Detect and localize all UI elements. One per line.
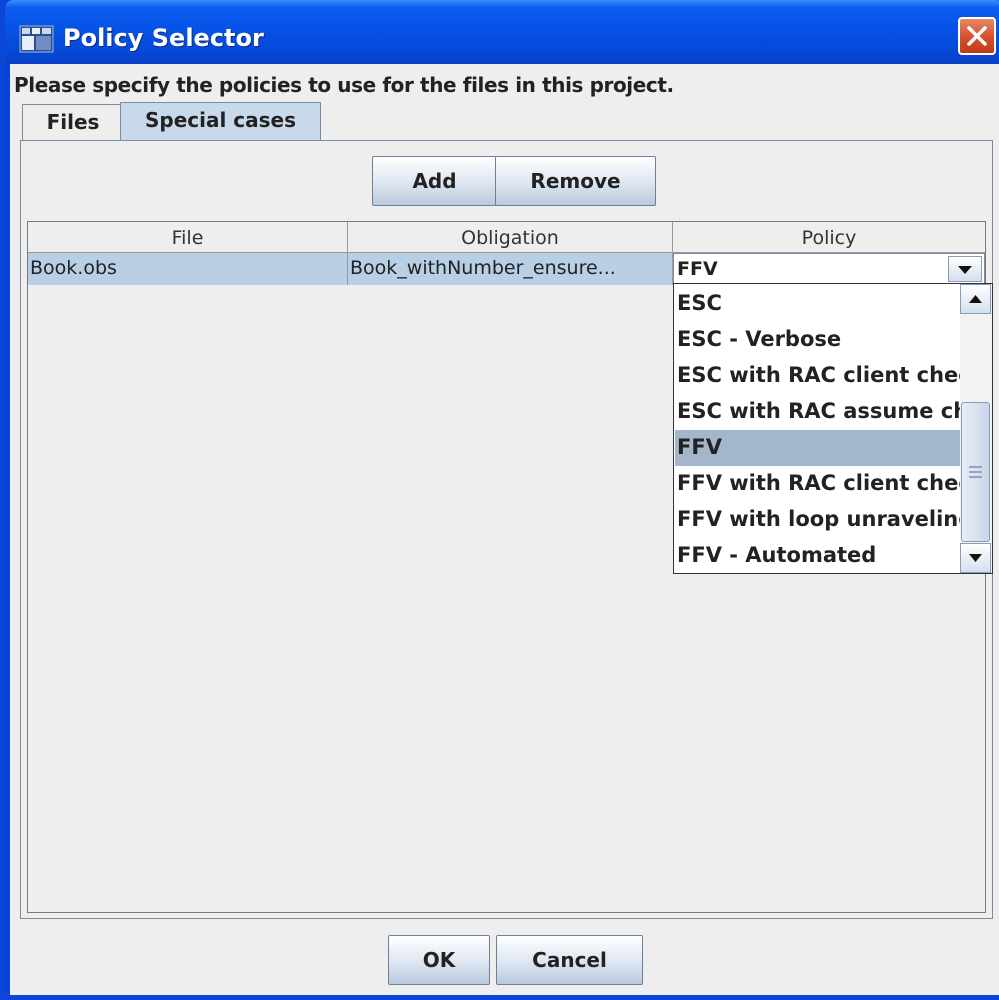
close-icon xyxy=(967,26,987,46)
scroll-down-button[interactable] xyxy=(960,543,991,573)
instruction-text: Please specify the policies to use for t… xyxy=(14,73,674,97)
policy-option[interactable]: ESC xyxy=(675,286,961,322)
combobox-arrow-button[interactable] xyxy=(948,256,982,282)
tab-special-cases[interactable]: Special cases xyxy=(120,102,321,140)
cancel-button[interactable]: Cancel xyxy=(496,935,643,985)
cell-obligation[interactable]: Book_withNumber_ensure... xyxy=(348,253,673,285)
policy-option[interactable]: FFV with loop unraveling xyxy=(675,502,961,538)
cell-file[interactable]: Book.obs xyxy=(28,253,348,285)
remove-button[interactable]: Remove xyxy=(495,156,656,206)
policy-option[interactable]: ESC with RAC client chec xyxy=(675,358,961,394)
policy-option[interactable]: FFV with RAC client check xyxy=(675,466,961,502)
policy-combobox-value: FFV xyxy=(677,258,718,280)
policy-option[interactable]: FFV - Automated xyxy=(675,538,961,574)
column-header-obligation[interactable]: Obligation xyxy=(348,222,673,253)
chevron-down-icon xyxy=(969,554,982,562)
chevron-down-icon xyxy=(958,266,972,274)
column-header-policy[interactable]: Policy xyxy=(673,222,985,253)
ok-button[interactable]: OK xyxy=(388,935,490,985)
tab-files[interactable]: Files xyxy=(22,104,124,140)
policy-combobox[interactable]: FFV xyxy=(673,253,985,285)
policy-dropdown-list: ESC ESC - Verbose ESC with RAC client ch… xyxy=(673,283,993,574)
table-row[interactable]: Book.obs Book_withNumber_ensure... FFV xyxy=(28,253,985,285)
column-header-file[interactable]: File xyxy=(28,222,348,253)
table-header: File Obligation Policy xyxy=(28,222,985,253)
policy-option-selected[interactable]: FFV xyxy=(675,430,961,466)
grip-icon xyxy=(969,466,982,478)
chevron-up-icon xyxy=(969,295,982,303)
add-button[interactable]: Add xyxy=(372,156,497,206)
scrollbar-thumb[interactable] xyxy=(961,402,990,542)
window-title: Policy Selector xyxy=(63,24,264,52)
policy-option[interactable]: ESC - Verbose xyxy=(675,322,961,358)
close-button[interactable] xyxy=(958,17,996,55)
policy-option[interactable]: ESC with RAC assume ch xyxy=(675,394,961,430)
scroll-up-button[interactable] xyxy=(960,284,991,314)
title-bar[interactable]: Policy Selector xyxy=(5,0,999,64)
policy-selector-window: Policy Selector Please specify the polic… xyxy=(0,0,999,1000)
app-icon xyxy=(19,24,55,54)
dropdown-scrollbar[interactable] xyxy=(960,284,992,573)
